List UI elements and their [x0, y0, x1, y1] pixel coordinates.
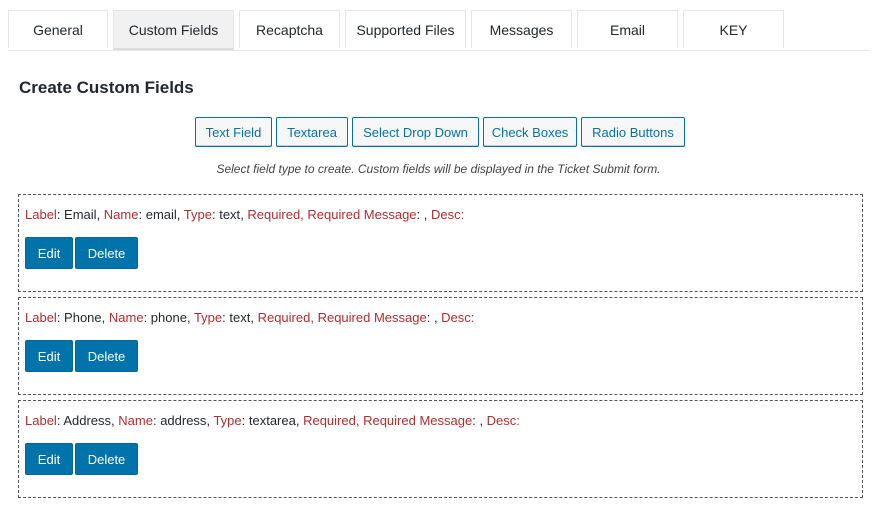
custom-field-item: Label: Address, Name: address, Type: tex… [18, 400, 863, 498]
text-field-button[interactable]: Text Field [195, 117, 272, 147]
desc-key: Desc: [441, 310, 475, 325]
type-key: Type [193, 310, 223, 325]
settings-tabs: General Custom Fields Recaptcha Supporte… [8, 10, 869, 51]
field-summary: Label: Phone, Name: phone, Type: text, R… [25, 310, 475, 325]
required-message-key: Required Message [317, 310, 427, 325]
name-value: email [145, 207, 177, 222]
tab-general[interactable]: General [8, 10, 108, 48]
required-message-key: Required Message [363, 413, 473, 428]
field-type-buttons: Text Field Textarea Select Drop Down Che… [0, 117, 877, 148]
help-text: Select field type to create. Custom fiel… [216, 162, 661, 176]
radio-buttons-button[interactable]: Radio Buttons [581, 117, 685, 147]
name-value: phone [150, 310, 187, 325]
tab-custom-fields[interactable]: Custom Fields [113, 10, 234, 50]
name-value: address [160, 413, 207, 428]
label-key: Label [25, 310, 57, 325]
required-message-key: Required Message [307, 207, 417, 222]
type-value: textarea [248, 413, 296, 428]
custom-field-item: Label: Phone, Name: phone, Type: text, R… [18, 297, 863, 395]
tab-email[interactable]: Email [577, 10, 678, 48]
required-key: Required, [257, 310, 314, 325]
edit-button[interactable]: Edit [25, 237, 73, 269]
tab-recaptcha[interactable]: Recaptcha [239, 10, 340, 48]
type-key: Type [183, 207, 212, 222]
name-key: Name [103, 207, 139, 222]
tab-messages[interactable]: Messages [471, 10, 572, 48]
delete-button[interactable]: Delete [75, 443, 138, 475]
desc-key: Desc: [486, 413, 520, 428]
label-key: Label [25, 207, 57, 222]
delete-button[interactable]: Delete [75, 340, 138, 372]
desc-key: Desc: [431, 207, 465, 222]
name-key: Name [108, 310, 144, 325]
tab-key[interactable]: KEY [683, 10, 784, 48]
page-title: Create Custom Fields [19, 78, 194, 97]
label-value: Phone [64, 310, 102, 325]
select-drop-down-button[interactable]: Select Drop Down [352, 117, 479, 147]
delete-button[interactable]: Delete [75, 237, 138, 269]
textarea-button[interactable]: Textarea [276, 117, 348, 147]
label-value: Address [63, 413, 112, 428]
type-value: text [229, 310, 251, 325]
required-key: Required, [303, 413, 360, 428]
edit-button[interactable]: Edit [25, 340, 73, 372]
name-key: Name [118, 413, 153, 428]
required-key: Required, [247, 207, 304, 222]
field-summary: Label: Address, Name: address, Type: tex… [25, 413, 520, 428]
type-key: Type [213, 413, 242, 428]
check-boxes-button[interactable]: Check Boxes [483, 117, 577, 147]
tab-supported-files[interactable]: Supported Files [345, 10, 466, 48]
field-summary: Label: Email, Name: email, Type: text, R… [25, 207, 465, 222]
type-value: text [219, 207, 241, 222]
edit-button[interactable]: Edit [25, 443, 73, 475]
label-key: Label [25, 413, 57, 428]
label-value: Email [64, 207, 97, 222]
custom-field-item: Label: Email, Name: email, Type: text, R… [18, 194, 863, 292]
